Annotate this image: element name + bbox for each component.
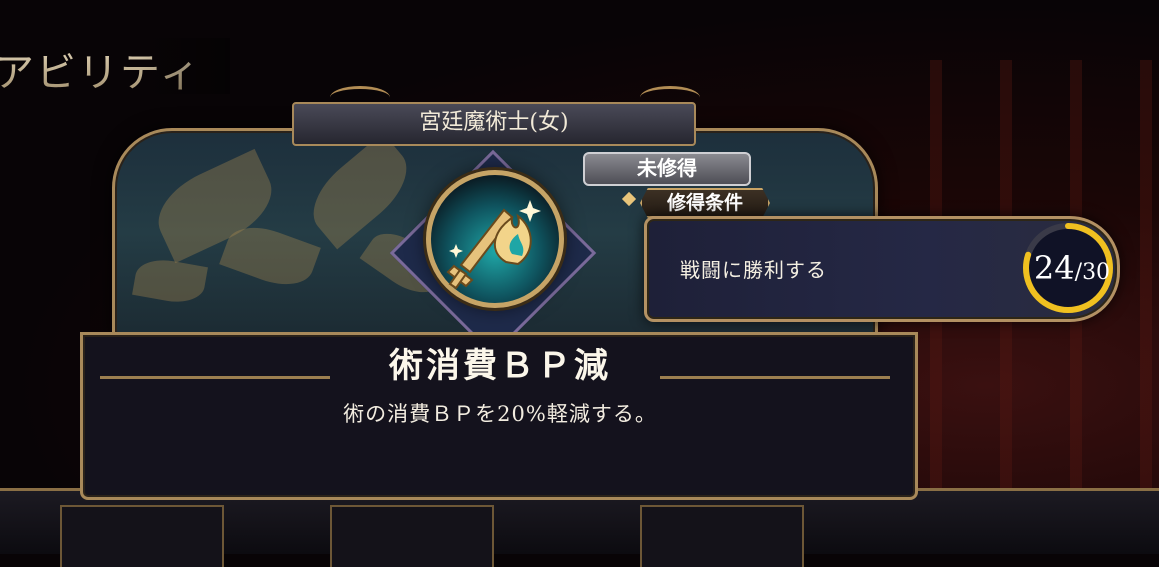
- status-badge: 未修得: [583, 152, 751, 186]
- condition-text: 戦闘に勝利する: [680, 258, 827, 282]
- frame-slot: [330, 505, 494, 567]
- condition-tag: 修得条件: [640, 188, 770, 218]
- frame-slot: [60, 505, 224, 567]
- progress-current: 24: [1033, 249, 1075, 287]
- progress-readout: 24/30: [1020, 249, 1124, 287]
- ability-name: 術消費ＢＰ減: [389, 346, 611, 386]
- progress-max: 30: [1082, 260, 1111, 285]
- sword-and-flame-icon: [446, 200, 541, 290]
- frame-slot: [640, 505, 804, 567]
- leaf-ornament: [298, 132, 422, 250]
- leaf-ornament: [132, 255, 208, 307]
- screen-title: アビリティ: [0, 40, 202, 98]
- progress-separator: /: [1074, 260, 1083, 285]
- job-banner: 宮廷魔術士(女): [292, 102, 696, 146]
- ability-description: 術の消費ＢＰを20%軽減する。: [343, 402, 657, 426]
